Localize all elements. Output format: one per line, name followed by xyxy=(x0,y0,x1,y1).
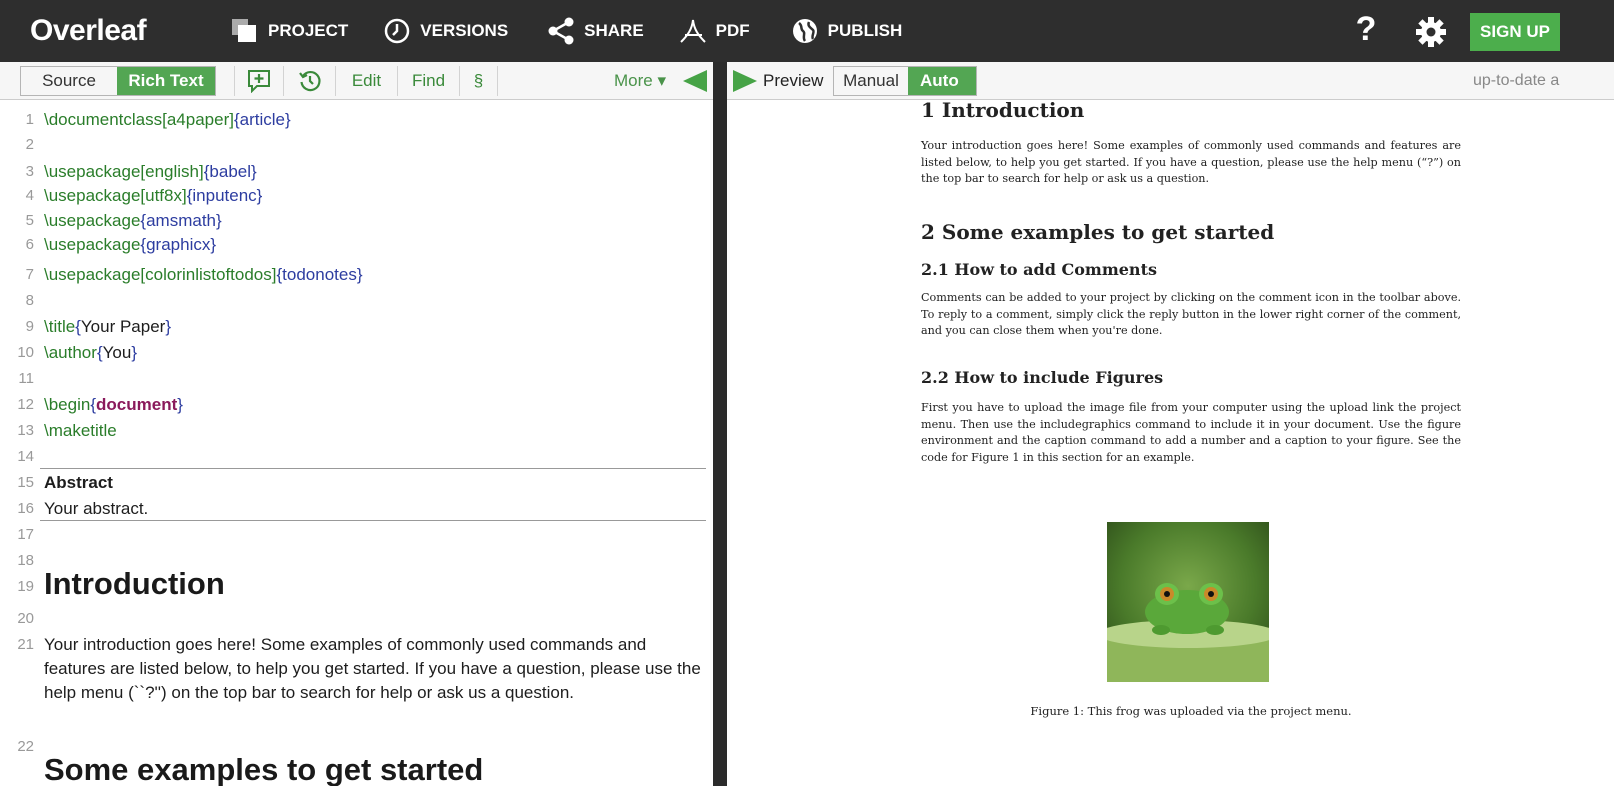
sign-up-button[interactable]: SIGN UP xyxy=(1470,13,1560,51)
introduction-heading: Introduction xyxy=(44,566,225,601)
add-comment-icon xyxy=(248,70,270,93)
source-mode-button[interactable]: Source xyxy=(21,67,117,95)
line-number: 1 xyxy=(25,111,34,128)
line-number: 7 xyxy=(25,266,34,283)
publish-label: PUBLISH xyxy=(827,21,903,40)
line-number: 13 xyxy=(17,422,34,439)
recompile-preview-button[interactable]: Preview xyxy=(733,66,823,96)
line-number: 10 xyxy=(17,344,34,361)
figure-caption: Figure 1: This frog was uploaded via the… xyxy=(1030,704,1352,718)
line-number: 20 xyxy=(17,610,34,627)
pdf-intro-text: Your introduction goes here! Some exampl… xyxy=(921,139,1461,185)
line-number: 14 xyxy=(17,448,34,465)
pdf-preview[interactable]: 1 Introduction Your introduction goes he… xyxy=(727,100,1614,786)
code-editor[interactable]: 1 \documentclass[a4paper]{article} 2 3 \… xyxy=(0,100,713,786)
globe-icon xyxy=(790,16,820,46)
line-number: 9 xyxy=(25,318,34,335)
next-section-heading: Some examples to get started xyxy=(44,752,484,786)
pane-splitter[interactable] xyxy=(713,62,727,786)
line-number: 15 xyxy=(17,474,34,491)
collapse-editor-arrow-icon[interactable] xyxy=(683,70,707,92)
editor-mode-toggle: Source Rich Text xyxy=(20,66,216,96)
compile-mode-toggle: Manual Auto xyxy=(833,66,977,96)
abstract-top-rule xyxy=(40,468,706,469)
section-button[interactable]: § xyxy=(460,66,498,96)
history-button[interactable] xyxy=(284,66,336,96)
add-comment-button[interactable] xyxy=(234,66,284,96)
line-number: 8 xyxy=(25,292,34,309)
auto-compile-button[interactable]: Auto xyxy=(908,67,976,95)
abstract-bottom-rule xyxy=(40,520,706,521)
help-button[interactable]: ? xyxy=(1346,10,1386,49)
more-menu-button[interactable]: More ▾ xyxy=(614,66,666,96)
share-label: SHARE xyxy=(584,21,644,40)
line-number: 16 xyxy=(17,500,34,517)
history-icon xyxy=(298,70,320,92)
find-button[interactable]: Find xyxy=(398,66,460,96)
compile-status-text: up-to-date a xyxy=(1473,72,1560,89)
pdf-section-examples: 2 Some examples to get started xyxy=(921,220,1275,244)
project-icon xyxy=(230,16,260,46)
preview-label: Preview xyxy=(763,71,824,90)
project-label: PROJECT xyxy=(268,21,349,40)
abstract-title: Abstract xyxy=(44,473,113,492)
preview-toolbar: Preview Manual Auto up-to-date a xyxy=(727,62,1614,100)
top-navbar: Overleaf PROJECT VERSIONS SHARE PDF PUBL… xyxy=(0,0,1614,62)
pdf-section-introduction: 1 Introduction xyxy=(921,100,1085,122)
pdf-subsection-figures: 2.2 How to include Figures xyxy=(921,368,1164,387)
introduction-paragraph: Your introduction goes here! Some exampl… xyxy=(44,635,701,702)
versions-label: VERSIONS xyxy=(420,21,509,40)
settings-gear-icon[interactable] xyxy=(1414,15,1448,49)
line-number: 2 xyxy=(25,136,34,153)
line-number: 4 xyxy=(25,187,34,204)
line-number: 22 xyxy=(17,738,34,755)
versions-button[interactable]: VERSIONS xyxy=(382,0,508,62)
frog-figure-image xyxy=(1107,522,1269,682)
abstract-text: Your abstract. xyxy=(44,499,149,518)
share-button[interactable]: SHARE xyxy=(546,0,644,62)
clock-icon xyxy=(382,16,412,46)
line-number: 21 xyxy=(17,636,34,653)
pdf-button[interactable]: PDF xyxy=(678,0,750,62)
overleaf-logo[interactable]: Overleaf xyxy=(30,14,230,48)
manual-compile-button[interactable]: Manual xyxy=(834,67,908,95)
editor-toolbar: Source Rich Text Edit Find § More ▾ xyxy=(0,62,713,100)
play-arrow-icon xyxy=(733,70,757,92)
line-number: 17 xyxy=(17,526,34,543)
pdf-icon xyxy=(678,16,708,46)
publish-button[interactable]: PUBLISH xyxy=(790,0,903,62)
line-number: 11 xyxy=(18,370,34,387)
share-icon xyxy=(546,16,576,46)
pdf-comments-text: Comments can be added to your project by… xyxy=(921,291,1461,337)
line-number: 18 xyxy=(17,552,34,569)
line-number: 3 xyxy=(25,163,34,180)
project-menu-button[interactable]: PROJECT xyxy=(230,0,348,62)
line-number: 6 xyxy=(25,236,34,253)
line-number: 5 xyxy=(25,212,34,229)
pdf-label: PDF xyxy=(715,21,750,40)
line-number: 19 xyxy=(17,578,34,595)
edit-button[interactable]: Edit xyxy=(336,66,398,96)
pdf-figures-text: First you have to upload the image file … xyxy=(921,401,1461,464)
pdf-subsection-comments: 2.1 How to add Comments xyxy=(921,260,1157,279)
line-number: 12 xyxy=(17,396,34,413)
rich-text-mode-button[interactable]: Rich Text xyxy=(117,67,215,95)
